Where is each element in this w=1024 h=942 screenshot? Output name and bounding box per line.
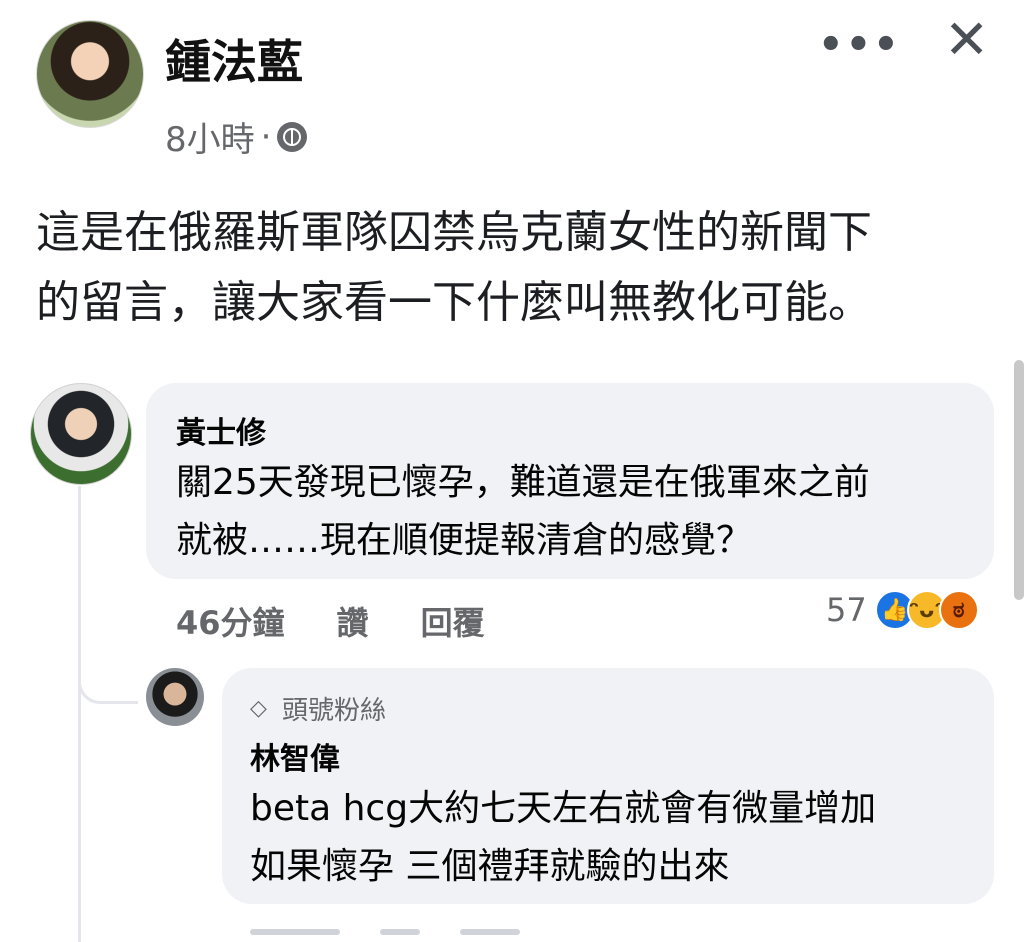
- thread-line: [78, 486, 81, 942]
- like-button[interactable]: 讚: [337, 598, 369, 644]
- globe-icon: [277, 121, 308, 152]
- more-options-button[interactable]: •••: [818, 22, 901, 68]
- reaction-summary[interactable]: 57 👍 ᵔᴗᵔ ಠ: [826, 590, 979, 630]
- cutoff-next-row: [250, 920, 950, 942]
- comment-actions: 46分鐘 讚 回覆: [176, 598, 485, 644]
- angry-icon: ಠ: [938, 590, 979, 630]
- reply-branch-line: [78, 670, 138, 704]
- comment-text: 關25天發現已懷孕，難道還是在俄軍來之前 就被……現在順便提報清倉的感覺？: [176, 462, 870, 561]
- reaction-count: 57: [826, 591, 867, 629]
- top-fan-badge: ◇ 頭號粉絲: [250, 690, 386, 727]
- post-meta: 8小時 ·: [165, 112, 308, 161]
- diamond-icon: ◇: [250, 695, 267, 721]
- scrollbar[interactable]: [1014, 360, 1024, 600]
- reply-button[interactable]: 回覆: [421, 598, 485, 644]
- post-time[interactable]: 8小時: [165, 112, 255, 161]
- comment-time[interactable]: 46分鐘: [176, 598, 285, 644]
- post-text: 這是在俄羅斯軍隊囚禁烏克蘭女性的新聞下 的留言，讓大家看一下什麼叫無教化可能。: [36, 207, 872, 328]
- post-author-name[interactable]: 鍾法藍: [165, 26, 303, 92]
- meta-separator: ·: [260, 116, 272, 157]
- badge-label: 頭號粉絲: [282, 696, 387, 726]
- replier-name[interactable]: 林智偉: [250, 734, 340, 778]
- replier-avatar[interactable]: [146, 668, 204, 726]
- reply-text: beta hcg大約七天左右就會有微量增加 如果懷孕 三個禮拜就驗的出來: [250, 788, 877, 887]
- close-button[interactable]: ✕: [944, 8, 989, 71]
- author-avatar[interactable]: [36, 20, 144, 128]
- commenter-name[interactable]: 黃士修: [176, 408, 266, 452]
- commenter-avatar[interactable]: [30, 383, 132, 485]
